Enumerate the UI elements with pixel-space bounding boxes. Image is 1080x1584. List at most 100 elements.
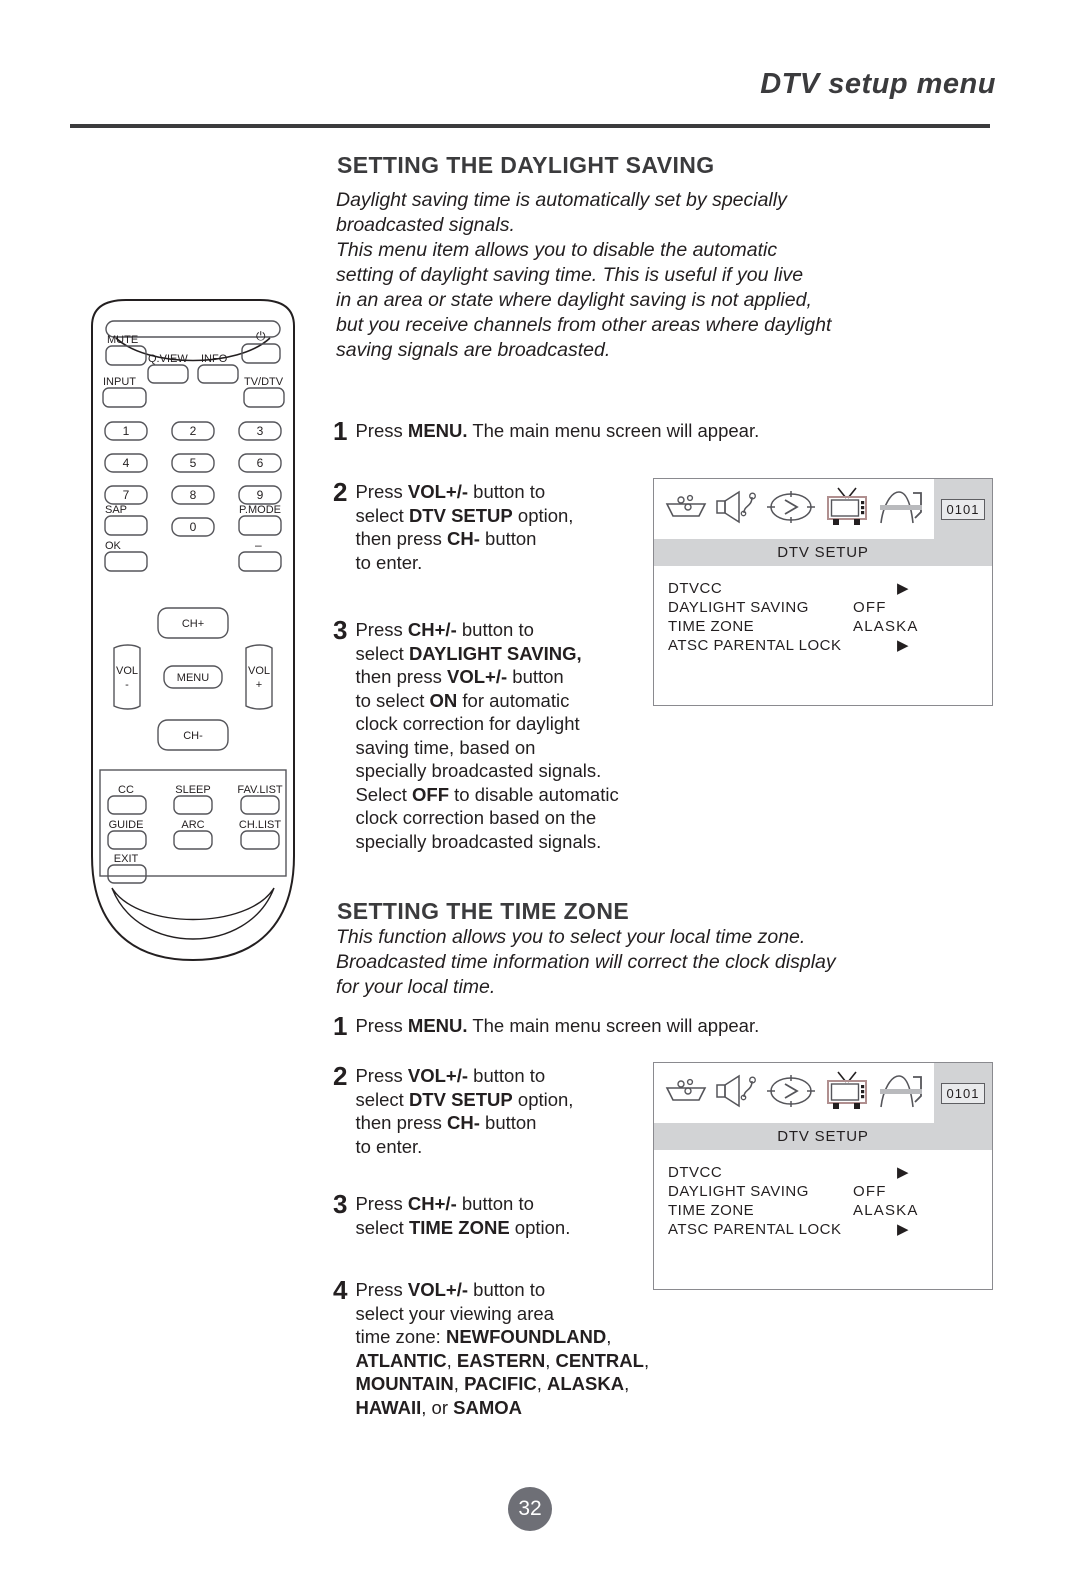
manual-page: DTV setup menu SETTING THE DAYLIGHT SAVI…: [0, 0, 1080, 1584]
lock-icon: [877, 1072, 929, 1115]
guide-label: GUIDE: [109, 819, 144, 831]
section-body-daylight-saving: Daylight saving time is automatically se…: [336, 189, 832, 361]
sap-label: SAP: [105, 504, 127, 516]
ch-down-label: CH-: [183, 730, 203, 742]
step-text: Press CH+/- button to select DAYLIGHT SA…: [355, 619, 619, 852]
page-header-title: DTV setup menu: [760, 68, 996, 100]
info-label: INFO: [201, 353, 228, 365]
osd-row-label: ATSC PARENTAL LOCK: [668, 637, 842, 654]
osd-row-arrow-icon: ▶: [897, 637, 910, 654]
osd-row[interactable]: ATSC PARENTAL LOCK ▶: [668, 637, 992, 656]
section-title-time-zone: SETTING THE TIME ZONE: [337, 898, 630, 924]
osd-row[interactable]: DTVCC ▶: [668, 580, 992, 599]
fav-list-label: FAV.LIST: [237, 784, 283, 796]
osd-row-label: DTVCC: [668, 1164, 723, 1181]
qview-label: Q.VIEW: [148, 353, 188, 365]
step-daylight-1: 1 Press MENU. The main menu screen will …: [333, 416, 760, 446]
tv-setup-icon: [822, 486, 872, 533]
arc-label: ARC: [181, 819, 204, 831]
power-icon: ⏻: [256, 329, 266, 343]
step-text: Press MENU. The main menu screen will ap…: [355, 420, 760, 441]
osd-row-label: TIME ZONE: [668, 1202, 755, 1219]
step-number: 1: [333, 416, 348, 446]
osd-row-label: DTVCC: [668, 580, 723, 597]
osd-screenshot-daylight: 0101 DTV SETUP DTVCC ▶ DAYLIGHT SAVING O…: [653, 478, 993, 706]
digit-3-label: 3: [257, 424, 264, 438]
step-timezone-2: 2 Press VOL+/- button to select DTV SETU…: [333, 1063, 574, 1158]
osd-row[interactable]: DAYLIGHT SAVING OFF: [668, 599, 992, 618]
digit-6-label: 6: [257, 456, 264, 470]
osd-row-arrow-icon: ▶: [897, 1221, 910, 1238]
picture-icon: [663, 1075, 709, 1112]
osd-row[interactable]: DAYLIGHT SAVING OFF: [668, 1183, 992, 1202]
step-text: Press VOL+/- button to select your viewi…: [355, 1279, 650, 1418]
osd-row[interactable]: TIME ZONE ALASKA: [668, 1202, 992, 1221]
exit-label: EXIT: [114, 853, 139, 865]
osd-menu-title: DTV SETUP: [654, 539, 992, 566]
sound-icon: [714, 489, 760, 530]
step-number: 3: [333, 615, 348, 645]
step-number: 1: [333, 1011, 348, 1041]
step-text: Press CH+/- button to select TIME ZONE o…: [355, 1193, 571, 1238]
osd-channel-number: 0101: [940, 1082, 986, 1104]
ok-label: OK: [105, 540, 122, 552]
step-text: Press MENU. The main menu screen will ap…: [355, 1015, 760, 1036]
sleep-label: SLEEP: [175, 784, 210, 796]
step-text: Press VOL+/- button to select DTV SETUP …: [355, 1065, 574, 1157]
mute-label: MUTE: [107, 334, 138, 346]
step-daylight-3: 3 Press CH+/- button to select DAYLIGHT …: [333, 615, 619, 853]
osd-icon-bar: 0101: [654, 1063, 992, 1123]
digit-9-label: 9: [257, 488, 264, 502]
digit-1-label: 1: [123, 424, 130, 438]
digit-7-label: 7: [123, 488, 130, 502]
osd-row-value: ALASKA: [853, 1202, 919, 1219]
osd-row-value: OFF: [853, 1183, 887, 1200]
section-body-time-zone: This function allows you to select your …: [336, 926, 836, 998]
step-number: 3: [333, 1189, 348, 1219]
remote-control-diagram: MUTE ⏻ Q.VIEW INFO INPUT TV/DTV 1 2 3 4 …: [78, 296, 308, 981]
section-title-daylight-saving: SETTING THE DAYLIGHT SAVING: [337, 152, 715, 178]
digit-8-label: 8: [190, 488, 197, 502]
digit-5-label: 5: [190, 456, 197, 470]
ch-list-label: CH.LIST: [239, 819, 281, 831]
pmode-label: P.MODE: [239, 504, 281, 516]
osd-screenshot-time-zone: 0101 DTV SETUP DTVCC ▶ DAYLIGHT SAVING O…: [653, 1062, 993, 1290]
step-number: 2: [333, 477, 348, 507]
tv-dtv-label: TV/DTV: [244, 376, 284, 388]
digit-2-label: 2: [190, 424, 197, 438]
step-number: 4: [333, 1275, 348, 1305]
osd-row-arrow-icon: ▶: [897, 1164, 910, 1181]
vol-down-label-top: VOL: [116, 665, 138, 677]
ch-up-label: CH+: [182, 618, 204, 630]
osd-option-list: DTVCC ▶ DAYLIGHT SAVING OFF TIME ZONE AL…: [654, 566, 992, 656]
menu-label: MENU: [177, 672, 209, 684]
osd-row-label: ATSC PARENTAL LOCK: [668, 1221, 842, 1238]
osd-menu-title: DTV SETUP: [654, 1123, 992, 1150]
step-timezone-1: 1 Press MENU. The main menu screen will …: [333, 1011, 760, 1041]
tv-setup-icon: [822, 1070, 872, 1117]
vol-up-label-top: VOL: [248, 665, 270, 677]
input-label: INPUT: [103, 376, 136, 388]
step-daylight-2: 2 Press VOL+/- button to select DTV SETU…: [333, 477, 573, 574]
osd-icon-bar: 0101: [654, 479, 992, 539]
timer-icon: [765, 490, 817, 529]
sound-icon: [714, 1073, 760, 1114]
vol-up-label-bottom: +: [256, 679, 262, 691]
cc-label: CC: [118, 784, 134, 796]
page-number-badge: 32: [508, 1487, 552, 1531]
osd-row-label: TIME ZONE: [668, 618, 755, 635]
vol-down-label-bottom: -: [125, 679, 129, 691]
osd-row-label: DAYLIGHT SAVING: [668, 599, 809, 616]
lock-icon: [877, 488, 929, 531]
step-timezone-3: 3 Press CH+/- button to select TIME ZONE…: [333, 1189, 571, 1239]
osd-row[interactable]: DTVCC ▶: [668, 1164, 992, 1183]
osd-row-label: DAYLIGHT SAVING: [668, 1183, 809, 1200]
osd-channel-number: 0101: [940, 498, 986, 520]
header-divider: [70, 124, 990, 128]
osd-row-arrow-icon: ▶: [897, 580, 910, 597]
step-timezone-4: 4 Press VOL+/- button to select your vie…: [333, 1275, 650, 1419]
osd-row[interactable]: TIME ZONE ALASKA: [668, 618, 992, 637]
osd-channel-chip: 0101: [934, 1063, 992, 1123]
osd-row[interactable]: ATSC PARENTAL LOCK ▶: [668, 1221, 992, 1240]
digit-0-label: 0: [190, 520, 197, 534]
